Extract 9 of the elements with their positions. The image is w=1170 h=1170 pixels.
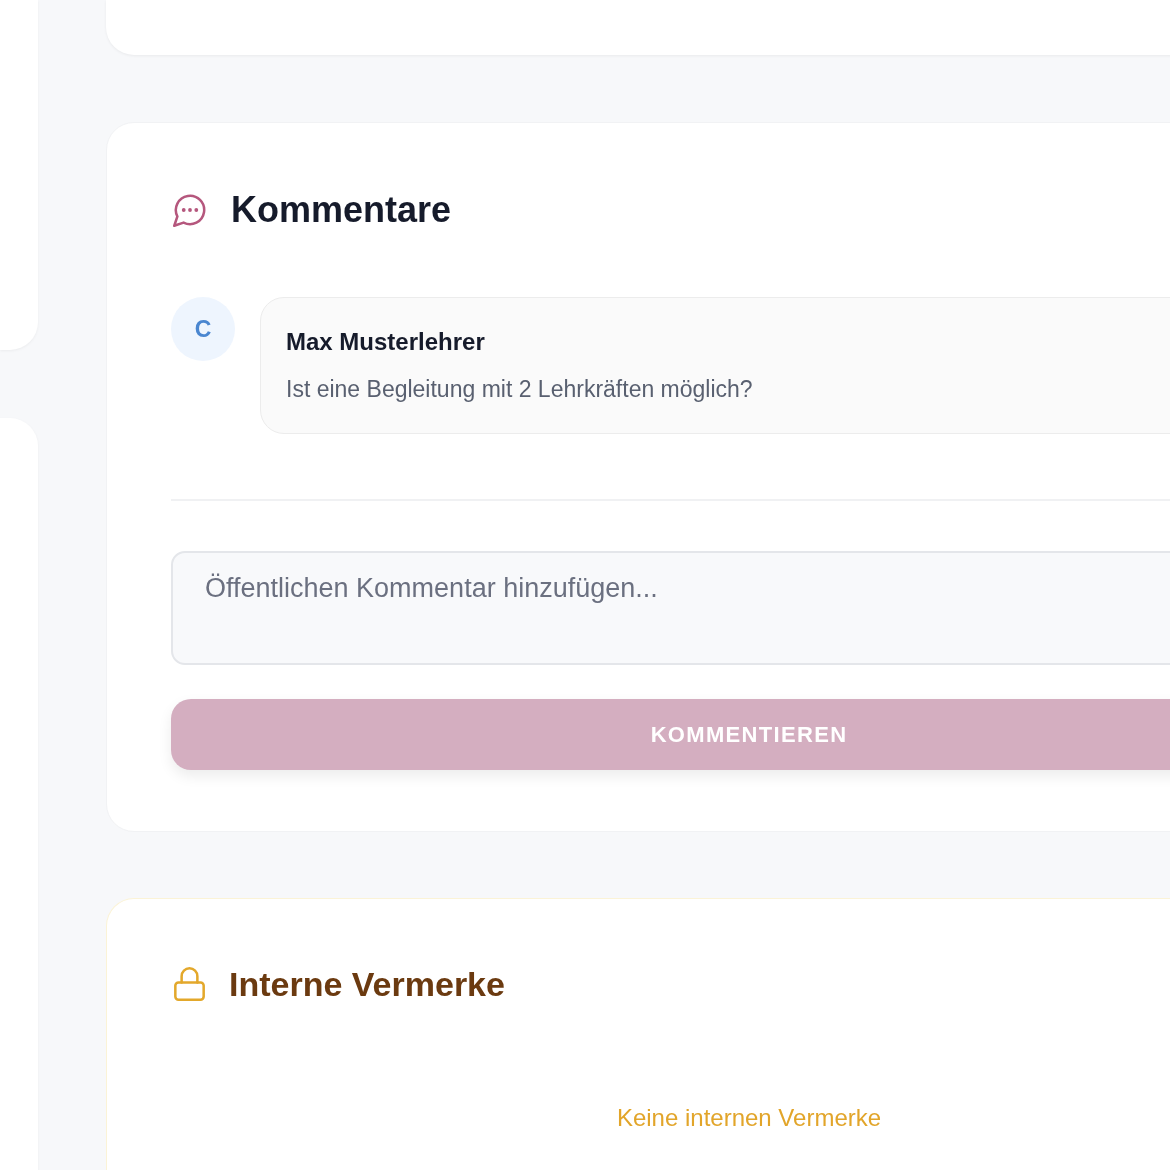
section-title: Kommentare <box>231 188 452 232</box>
avatar: C <box>171 297 235 361</box>
comment-input[interactable]: Öffentlichen Kommentar hinzufügen... <box>171 551 1170 665</box>
lock-icon <box>174 967 205 1001</box>
comment-text: Ist eine Begleitung mit 2 Lehrkräften möglich? <box>286 375 754 404</box>
section-title: Interne Vermerke <box>229 964 505 1005</box>
empty-message: Keine internen Vermerke <box>615 1103 883 1133</box>
comment-author: Max Musterlehrer <box>286 327 486 357</box>
chat-bubble-icon <box>173 193 207 227</box>
